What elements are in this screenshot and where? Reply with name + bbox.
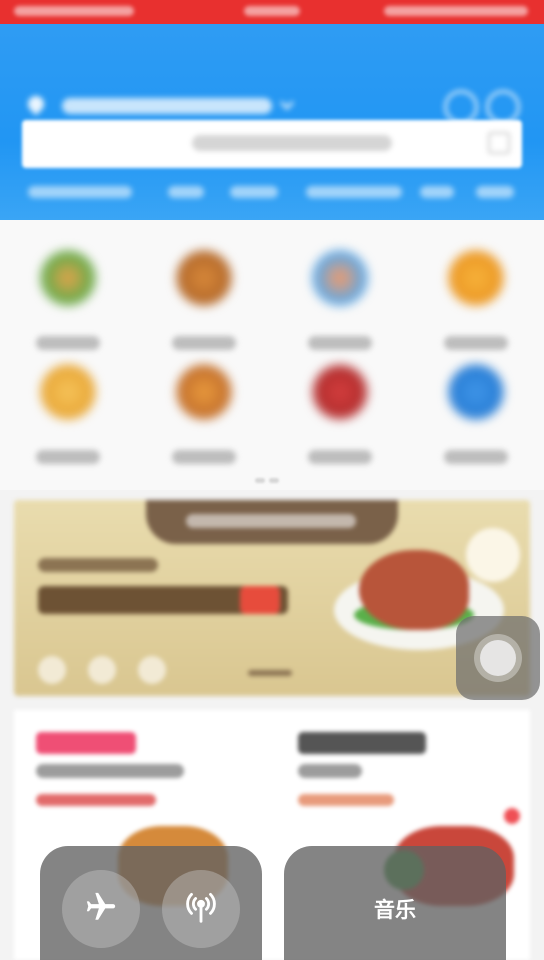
category-label-blur xyxy=(36,450,100,464)
connectivity-panel xyxy=(40,846,262,960)
category-label-blur xyxy=(36,336,100,350)
category-item[interactable] xyxy=(18,240,118,350)
category-item[interactable] xyxy=(290,240,390,350)
food-icon-4 xyxy=(448,250,504,306)
hot-tag[interactable] xyxy=(230,186,278,198)
category-item[interactable] xyxy=(426,240,526,350)
hot-search-tags xyxy=(0,180,544,204)
banner-dot xyxy=(88,656,116,684)
food-icon-6 xyxy=(176,364,232,420)
status-bar xyxy=(0,0,544,24)
banner-pager xyxy=(248,670,292,676)
location-pin-icon xyxy=(24,92,48,116)
category-pager xyxy=(255,468,295,483)
hot-tag[interactable] xyxy=(420,186,454,198)
category-label-blur xyxy=(308,450,372,464)
card-subtitle-blur xyxy=(36,764,184,778)
banner-stamp xyxy=(466,528,520,582)
assistive-touch-icon xyxy=(474,634,522,682)
scan-icon[interactable] xyxy=(488,132,510,154)
category-label-blur xyxy=(172,450,236,464)
food-icon-8 xyxy=(448,364,504,420)
category-item[interactable] xyxy=(290,354,390,464)
assistive-touch-button[interactable] xyxy=(456,616,540,700)
category-label-blur xyxy=(308,336,372,350)
food-icon-5 xyxy=(40,364,96,420)
hot-tag[interactable] xyxy=(168,186,204,198)
food-icon-3 xyxy=(312,250,368,306)
location-text-blur xyxy=(62,98,272,114)
status-indicators-blur xyxy=(384,6,528,16)
airplane-mode-toggle[interactable] xyxy=(62,870,140,948)
banner-dot xyxy=(138,656,166,684)
banner-title-blur xyxy=(38,586,288,614)
card-badge xyxy=(504,808,520,824)
status-time-blur xyxy=(244,6,300,16)
category-item[interactable] xyxy=(426,354,526,464)
category-item[interactable] xyxy=(18,354,118,464)
user-icon[interactable] xyxy=(444,90,478,124)
music-label: 音乐 xyxy=(374,898,416,922)
card-title-blur xyxy=(36,732,136,754)
status-carrier-blur xyxy=(14,6,134,16)
banner-food-image xyxy=(359,550,469,630)
card-title-blur xyxy=(298,732,426,754)
food-icon-2 xyxy=(176,250,232,306)
category-grid xyxy=(0,220,544,490)
card-price-blur xyxy=(298,794,394,806)
category-label-blur xyxy=(444,336,508,350)
airplane-icon xyxy=(84,890,118,928)
chevron-down-icon xyxy=(279,95,295,111)
banner-dot xyxy=(38,656,66,684)
category-item[interactable] xyxy=(154,354,254,464)
card-subtitle-blur xyxy=(298,764,362,778)
search-placeholder-blur xyxy=(192,135,392,151)
music-panel[interactable]: 音乐 xyxy=(284,846,506,960)
cellular-antenna-icon xyxy=(182,888,220,930)
location-selector[interactable] xyxy=(24,90,298,120)
search-bar[interactable] xyxy=(22,120,522,168)
category-item[interactable] xyxy=(154,240,254,350)
category-label-blur xyxy=(444,450,508,464)
cellular-data-toggle[interactable] xyxy=(162,870,240,948)
food-icon-1 xyxy=(40,250,96,306)
hot-tag[interactable] xyxy=(306,186,402,198)
hot-tag[interactable] xyxy=(476,186,514,198)
food-icon-7 xyxy=(312,364,368,420)
category-label-blur xyxy=(172,336,236,350)
banner-top-tab xyxy=(146,500,398,544)
message-icon[interactable] xyxy=(486,90,520,124)
banner-subtitle-blur xyxy=(38,558,158,572)
hot-tag[interactable] xyxy=(28,186,132,198)
promo-banner[interactable] xyxy=(14,500,530,696)
card-price-blur xyxy=(36,794,156,806)
